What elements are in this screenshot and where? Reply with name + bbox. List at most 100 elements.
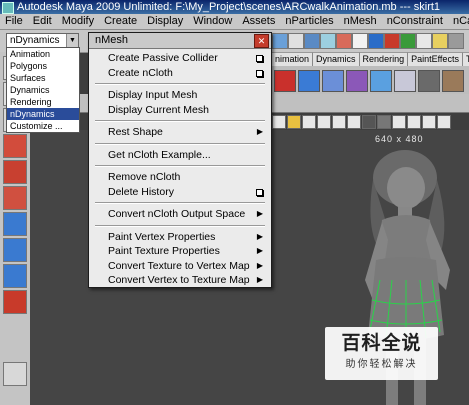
panel-lock-icon[interactable]	[302, 115, 316, 129]
menu-item[interactable]: Rest Shape ▶	[89, 125, 271, 140]
menu-item[interactable]: Delete History	[89, 185, 271, 200]
watermark-subtitle: 助你轻松解决	[345, 359, 418, 370]
submenu-arrow-icon: ▶	[256, 127, 263, 136]
panel-grid-icon[interactable]	[317, 115, 331, 129]
menu-item[interactable]: Convert nCloth Output Space ▶	[89, 207, 271, 222]
rotate-tool-icon[interactable]	[3, 160, 27, 184]
panel-shaded-icon[interactable]	[362, 115, 376, 129]
menu-item[interactable]: Create Passive Collider	[89, 51, 271, 66]
snap-curve-icon[interactable]	[288, 33, 304, 49]
maya-app-icon	[2, 2, 14, 14]
shelf-tab[interactable]: PaintEffects	[408, 52, 463, 66]
title-bar: Autodesk Maya 2009 Unlimited: F:\My_Proj…	[0, 0, 469, 14]
option-box-icon[interactable]	[256, 188, 263, 196]
menu-set-selector[interactable]: nDynamics ▼	[6, 33, 79, 48]
menu-item[interactable]: Remove nCloth	[89, 170, 271, 185]
scale-tool-icon[interactable]	[3, 186, 27, 210]
option-box-icon[interactable]	[256, 69, 263, 77]
menu-item-label: Create Passive Collider	[108, 52, 218, 64]
menu-title: nMesh	[95, 34, 129, 46]
shelf-tab[interactable]: Rendering	[359, 52, 409, 66]
panel-xray-icon[interactable]	[422, 115, 436, 129]
menu-window[interactable]: Window	[188, 14, 237, 29]
menu-title-bar[interactable]: nMesh ✕	[89, 33, 271, 49]
snap-point-icon[interactable]	[304, 33, 320, 49]
shelf-tab[interactable]: Dynamics	[313, 52, 360, 66]
last-tool-icon[interactable]	[3, 290, 27, 314]
menu-item-label: Paint Vertex Properties	[108, 230, 216, 243]
menu-item[interactable]: Paint Vertex Properties ▶	[89, 230, 271, 245]
menu-set-option[interactable]: Polygons	[7, 60, 79, 72]
shelf-tool-icon[interactable]	[442, 70, 464, 92]
shelf-icons	[272, 66, 469, 95]
panel-bookmark-icon[interactable]	[287, 115, 301, 129]
panel-wireframe-icon[interactable]	[347, 115, 361, 129]
snap-surface-icon[interactable]	[320, 33, 336, 49]
menu-item[interactable]: Get nCloth Example...	[89, 148, 271, 163]
shelf-tool-icon[interactable]	[322, 70, 344, 92]
menu-item[interactable]: Display Current Mesh	[89, 103, 271, 118]
menu-set-option[interactable]: Animation	[7, 48, 79, 60]
menu-edit[interactable]: Edit	[28, 14, 57, 29]
submenu-arrow-icon: ▶	[256, 209, 263, 218]
menu-item[interactable]: Display Input Mesh	[89, 88, 271, 103]
soft-modification-icon[interactable]	[3, 238, 27, 262]
menu-modify[interactable]: Modify	[57, 14, 99, 29]
menu-set-option[interactable]: Customize ...	[7, 120, 79, 132]
option-box-icon[interactable]	[256, 55, 263, 62]
menu-nmesh[interactable]: nMesh	[339, 14, 382, 29]
chevron-down-icon[interactable]: ▼	[66, 34, 78, 47]
render-settings-icon[interactable]	[384, 33, 400, 49]
menu-assets[interactable]: Assets	[237, 14, 280, 29]
history-icon[interactable]	[336, 33, 352, 49]
shelf-tab[interactable]: Toon	[462, 52, 469, 66]
shelf-tool-icon[interactable]	[274, 70, 296, 92]
manipulator-tool-icon[interactable]	[3, 212, 27, 236]
menu-file[interactable]: File	[0, 14, 28, 29]
menu-create[interactable]: Create	[99, 14, 142, 29]
layout-single-icon[interactable]	[3, 362, 27, 386]
channel-box-icon[interactable]	[448, 33, 464, 49]
panel-camera-icon[interactable]	[272, 115, 286, 129]
shelf-tab[interactable]: nimation	[272, 52, 314, 66]
menu-item-label: Display Current Mesh	[108, 103, 209, 116]
submenu-arrow-icon: ▶	[256, 275, 263, 284]
input-line-icon[interactable]	[416, 33, 432, 49]
panel-isolate-icon[interactable]	[407, 115, 421, 129]
panel-light-icon[interactable]	[392, 115, 406, 129]
menu-item[interactable]: Convert Texture to Vertex Map ▶	[89, 259, 271, 274]
menu-item-label: Paint Texture Properties	[108, 245, 220, 257]
menu-item[interactable]: Paint Texture Properties ▶	[89, 244, 271, 259]
scene-tool-icon[interactable]	[272, 33, 288, 49]
sidebar-toggle-icon[interactable]	[432, 33, 448, 49]
show-manipulator-icon[interactable]	[3, 264, 27, 288]
menu-display[interactable]: Display	[142, 14, 188, 29]
resolution-gate-label: 640 x 480	[375, 134, 424, 144]
menu-ncache[interactable]: nCache	[448, 14, 469, 29]
shelf-tool-icon[interactable]	[394, 70, 416, 92]
shelf-tool-icon[interactable]	[298, 70, 320, 92]
panel-film-gate-icon[interactable]	[332, 115, 346, 129]
panel-texture-icon[interactable]	[377, 115, 391, 129]
shelf-tool-icon[interactable]	[418, 70, 440, 92]
menu-nconstraint[interactable]: nConstraint	[382, 14, 448, 29]
shelf-tool-icon[interactable]	[346, 70, 368, 92]
shelf-tool-icon[interactable]	[370, 70, 392, 92]
menu-separator	[95, 83, 265, 85]
menu-item[interactable]: Create nCloth	[89, 66, 271, 81]
menu-set-option[interactable]: nDynamics	[7, 108, 79, 120]
ipr-render-icon[interactable]	[368, 33, 384, 49]
move-tool-icon[interactable]	[3, 134, 27, 158]
watermark-title: 百科全说	[341, 333, 422, 354]
nmesh-torn-off-menu: nMesh ✕ Create Passive Collider Create nC…	[88, 32, 272, 288]
close-icon[interactable]: ✕	[254, 34, 269, 48]
menu-set-option[interactable]: Dynamics	[7, 84, 79, 96]
menu-set-option[interactable]: Surfaces	[7, 72, 79, 84]
menu-set-option[interactable]: Rendering	[7, 96, 79, 108]
menu-nparticles[interactable]: nParticles	[280, 14, 338, 29]
menu-item[interactable]: Convert Vertex to Texture Map ▶	[89, 273, 271, 288]
panel-resolution-gate-icon[interactable]	[437, 115, 451, 129]
hypershade-icon[interactable]	[400, 33, 416, 49]
menu-set-value: nDynamics	[10, 35, 60, 46]
render-icon[interactable]	[352, 33, 368, 49]
